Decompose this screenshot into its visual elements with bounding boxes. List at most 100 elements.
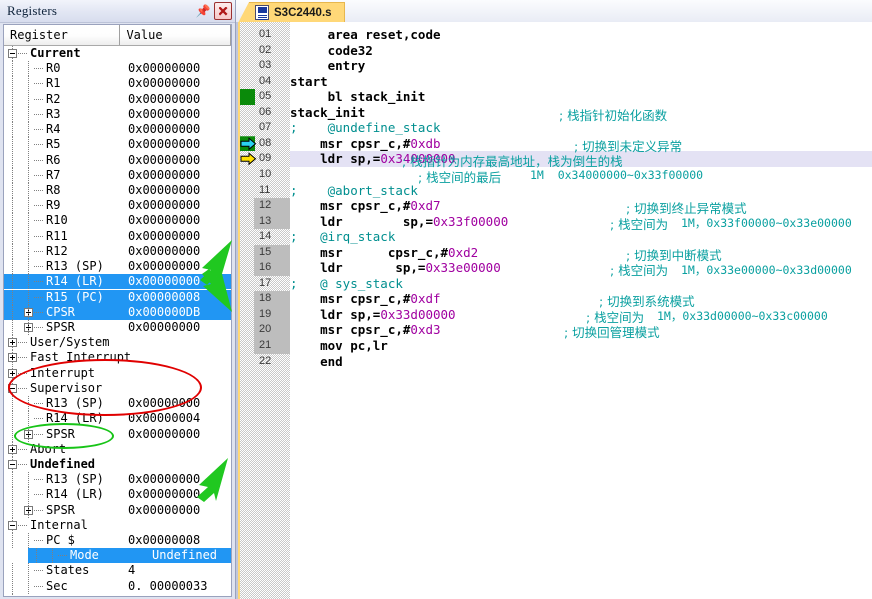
register-row[interactable]: R100x00000000 [4,213,231,228]
register-row[interactable]: R40x00000000 [4,122,231,137]
tree-connector [34,312,44,313]
collapse-icon[interactable] [8,384,17,393]
register-row[interactable]: R80x00000000 [4,183,231,198]
register-name: Undefined [30,457,95,472]
register-name: Fast Interrupt [30,350,131,365]
close-button[interactable] [214,2,232,20]
tree-connector [34,83,44,84]
register-row[interactable]: PC $0x00000008 [4,533,231,548]
registers-tree-container[interactable]: Register Value CurrentR00x00000000R10x00… [3,24,232,597]
register-name: SPSR [46,427,75,442]
register-row[interactable]: R14 (LR)0x00000000 [4,487,231,502]
pin-icon[interactable]: 📌 [196,3,210,19]
code-token: start [290,74,328,89]
code-line[interactable]: bl stack_init [290,89,872,105]
register-row[interactable]: R90x00000000 [4,198,231,213]
code-area[interactable]: 0102030405060708091011121314151617181920… [236,22,872,599]
tree-connector [18,525,28,526]
register-row[interactable]: R30x00000000 [4,107,231,122]
register-row[interactable]: R110x00000000 [4,229,231,244]
register-row[interactable]: R13 (SP)0x00000000 [4,259,231,274]
code-line[interactable]: code32 [290,43,872,59]
tree-connector [34,114,44,115]
register-row[interactable]: SPSR0x00000000 [4,427,231,442]
line-number: 12 [254,198,286,214]
breakpoint-marker[interactable] [240,89,255,105]
register-row[interactable]: R60x00000000 [4,153,231,168]
tree-guide [28,229,29,244]
register-name: R14 (LR) [46,487,104,502]
collapse-icon[interactable] [8,49,17,58]
register-row[interactable]: Current [4,46,231,61]
register-name: Supervisor [30,381,102,396]
register-row[interactable]: Internal [4,518,231,533]
column-header-value[interactable]: Value [120,25,231,45]
tree-guide [28,427,29,442]
code-line[interactable]: ; @irq_stack [290,229,872,245]
code-line[interactable]: entry [290,58,872,74]
line-number: 17 [254,276,286,292]
expand-icon[interactable] [8,353,17,362]
code-token: 0x33d00000 [380,307,455,322]
register-row[interactable]: ModeUndefined [28,548,231,563]
code-token: msr cpsr_c,# [290,198,410,213]
code-line[interactable]: msr cpsr_c,#0xd2 [290,245,872,261]
register-name: R3 [46,107,60,122]
register-row[interactable]: Abort [4,442,231,457]
expand-icon[interactable] [8,369,17,378]
expand-icon[interactable] [8,338,17,347]
register-row[interactable]: R00x00000000 [4,61,231,76]
register-row[interactable]: R13 (SP)0x00000000 [4,396,231,411]
register-row[interactable]: R120x00000000 [4,244,231,259]
register-row[interactable]: Interrupt [4,366,231,381]
inline-comment: 1M，0x33f00000~0x33e00000 [681,215,852,231]
register-row[interactable]: R14 (LR)0x00000000 [4,274,231,289]
register-row[interactable]: Fast Interrupt [4,350,231,365]
line-number: 06 [254,105,286,121]
register-row[interactable]: R50x00000000 [4,137,231,152]
registers-column-headers: Register Value [4,25,231,46]
tree-connector [34,205,44,206]
code-token: bl stack_init [290,89,425,104]
collapse-icon[interactable] [8,460,17,469]
register-row[interactable]: CPSR0x000000DB [4,305,231,320]
register-row[interactable]: Undefined [4,457,231,472]
register-row[interactable]: R15 (PC)0x00000008 [4,290,231,305]
register-value: 4 [128,563,135,578]
register-row[interactable]: R14 (LR)0x00000004 [4,411,231,426]
code-token: 0xd7 [410,198,440,213]
tab-s3c2440-s[interactable]: S3C2440.s [249,2,345,22]
tree-guide [28,320,29,335]
register-row[interactable]: User/System [4,335,231,350]
line-number: 19 [254,307,286,323]
register-row[interactable]: SPSR0x00000000 [4,320,231,335]
register-value: 0x00000000 [128,229,200,244]
code-line[interactable]: msr cpsr_c,#0xdf [290,291,872,307]
register-value: 0x00000000 [128,503,200,518]
code-line[interactable]: end [290,354,872,370]
collapse-icon[interactable] [8,521,17,530]
tree-guide [28,168,29,183]
registers-tree[interactable]: CurrentR00x00000000R10x00000000R20x00000… [4,46,231,47]
line-number: 08 [254,136,286,152]
register-row[interactable]: R20x00000000 [4,92,231,107]
tree-connector [34,494,44,495]
code-line[interactable]: area reset,code [290,27,872,43]
register-value: 0x00000000 [128,183,200,198]
column-header-register[interactable]: Register [4,25,120,45]
register-row[interactable]: States4 [4,563,231,578]
register-row[interactable]: R10x00000000 [4,76,231,91]
tree-guide [12,107,13,122]
register-row[interactable]: Supervisor [4,381,231,396]
register-row[interactable]: CP15 [4,594,231,597]
register-row[interactable]: Sec0. 00000033 [4,579,231,594]
expand-icon[interactable] [8,445,17,454]
register-row[interactable]: R13 (SP)0x00000000 [4,472,231,487]
code-line[interactable]: ; @ sys_stack [290,276,872,292]
register-row[interactable]: R70x00000000 [4,168,231,183]
code-line[interactable]: msr cpsr_c,#0xd7 [290,198,872,214]
code-line[interactable]: ; @abort_stack [290,183,872,199]
register-row[interactable]: SPSR0x00000000 [4,503,231,518]
code-token: end [290,354,343,369]
code-line[interactable]: start [290,74,872,90]
